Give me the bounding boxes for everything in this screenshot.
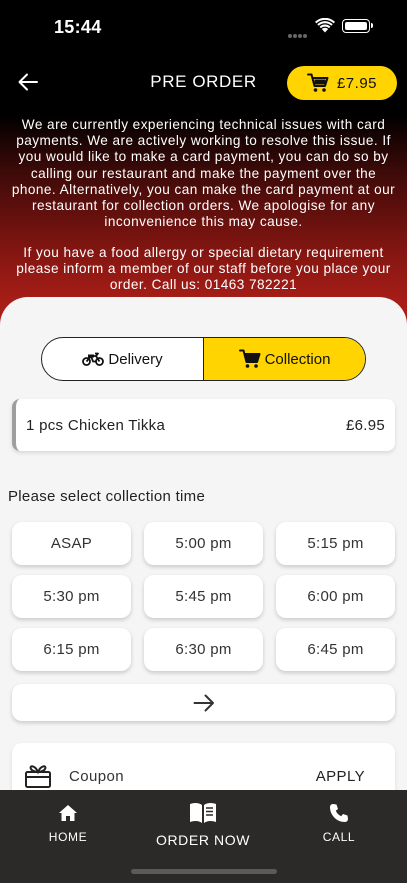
tab-home-label: HOME bbox=[48, 830, 88, 844]
next-button[interactable] bbox=[12, 684, 395, 721]
time-slot[interactable]: 5:15 pm bbox=[276, 522, 395, 565]
time-slot[interactable]: 5:30 pm bbox=[12, 575, 131, 618]
status-bar: 15:44 bbox=[0, 0, 407, 56]
delivery-option[interactable]: Delivery bbox=[42, 338, 203, 380]
signal-icon bbox=[288, 25, 310, 38]
home-icon bbox=[13, 800, 123, 826]
app-header: PRE ORDER £7.95 bbox=[0, 60, 407, 104]
order-item-price: £6.95 bbox=[345, 416, 385, 434]
time-slot[interactable]: 6:45 pm bbox=[276, 628, 395, 671]
cart-icon bbox=[306, 73, 329, 92]
apply-coupon-button[interactable]: APPLY bbox=[316, 768, 365, 785]
arrow-right-icon bbox=[193, 694, 214, 711]
cart-total: £7.95 bbox=[336, 74, 378, 92]
wifi-icon bbox=[315, 17, 335, 38]
tab-call[interactable]: CALL bbox=[284, 800, 394, 844]
phone-icon bbox=[284, 800, 394, 826]
allergy-notice: If you have a food allergy or special di… bbox=[16, 245, 391, 293]
time-slot[interactable]: 6:15 pm bbox=[12, 628, 131, 671]
collection-time-label: Please select collection time bbox=[8, 488, 206, 505]
card-payment-notice: We are currently experiencing technical … bbox=[11, 117, 396, 230]
tab-call-label: CALL bbox=[322, 830, 356, 844]
time-slot[interactable]: 6:30 pm bbox=[144, 628, 263, 671]
order-item[interactable]: 1 pcs Chicken Tikka £6.95 bbox=[12, 399, 395, 451]
motorbike-icon bbox=[82, 352, 105, 366]
cart-icon bbox=[238, 349, 261, 368]
tab-order-now[interactable]: ORDER NOW bbox=[148, 800, 258, 848]
time-slot[interactable]: 5:45 pm bbox=[144, 575, 263, 618]
time-slot[interactable]: 6:00 pm bbox=[276, 575, 395, 618]
time-slot[interactable]: 5:00 pm bbox=[144, 522, 263, 565]
time-slot[interactable]: ASAP bbox=[12, 522, 131, 565]
delivery-label: Delivery bbox=[108, 350, 163, 368]
order-item-name: 1 pcs Chicken Tikka bbox=[26, 416, 166, 434]
status-time: 15:44 bbox=[54, 17, 102, 37]
menu-book-icon bbox=[148, 800, 258, 826]
home-indicator bbox=[131, 869, 277, 874]
coupon-label: Coupon bbox=[69, 768, 124, 785]
battery-icon bbox=[342, 19, 373, 33]
collection-option[interactable]: Collection bbox=[203, 338, 365, 380]
collection-label: Collection bbox=[264, 350, 331, 368]
cart-button[interactable]: £7.95 bbox=[287, 66, 397, 100]
tab-home[interactable]: HOME bbox=[13, 800, 123, 844]
order-type-toggle: Delivery Collection bbox=[41, 337, 366, 381]
tab-order-now-label: ORDER NOW bbox=[155, 832, 251, 848]
